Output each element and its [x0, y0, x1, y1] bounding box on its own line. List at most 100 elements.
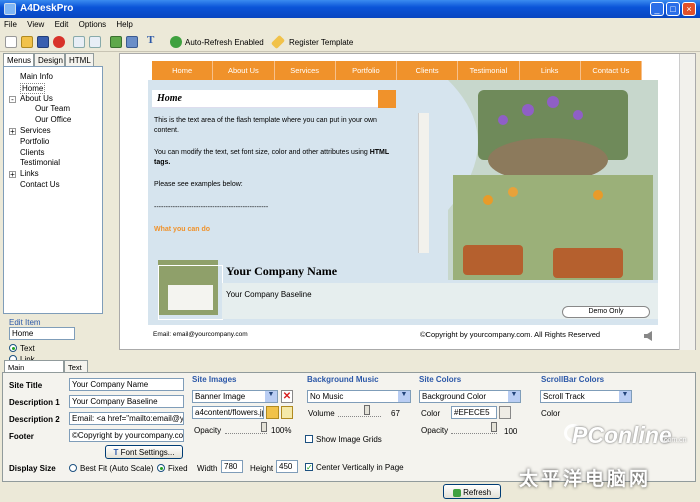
- color-swatch[interactable]: [499, 406, 511, 419]
- tree-expand-toggle[interactable]: -: [9, 95, 16, 103]
- template-nav-item[interactable]: Clients: [397, 61, 459, 80]
- close-button[interactable]: ×: [682, 2, 696, 16]
- remove-image-icon[interactable]: ✕: [281, 390, 293, 403]
- tree-expand-toggle[interactable]: +: [9, 128, 16, 136]
- edit-item-input[interactable]: Home: [9, 327, 75, 340]
- key-icon: [270, 34, 286, 50]
- tab-main-information[interactable]: Main Information: [4, 360, 64, 381]
- content-paragraph-2: You can modify the text, set font size, …: [154, 149, 390, 166]
- tree-item[interactable]: Our Team: [35, 104, 70, 113]
- chevron-down-icon: ▼: [508, 391, 520, 402]
- scrollbar-color-label: Color: [541, 409, 561, 418]
- pconline-watermark: PConline .com.cn 太平洋电脑网: [514, 418, 700, 502]
- tree-item[interactable]: About Us: [20, 94, 53, 103]
- new-file-icon[interactable]: [5, 36, 17, 48]
- auto-refresh-button[interactable]: Auto-Refresh Enabled: [185, 38, 264, 47]
- thumbnail-image: [158, 265, 223, 320]
- width-input[interactable]: 780: [221, 460, 243, 473]
- best-fit-radio[interactable]: [69, 464, 77, 472]
- item-type-radio[interactable]: [9, 344, 17, 352]
- chevron-down-icon: ▼: [619, 391, 631, 402]
- display-size-label: Display Size: [9, 464, 56, 473]
- description-2-input[interactable]: Email: <a href="mailto:email@yourco: [69, 412, 184, 425]
- font-settings-button[interactable]: T Font Settings...: [105, 445, 183, 459]
- template-nav-item[interactable]: Contact Us: [581, 61, 642, 80]
- menu-options[interactable]: Options: [75, 18, 111, 29]
- template-nav-item[interactable]: Home: [152, 61, 214, 80]
- chevron-down-icon: ▼: [265, 391, 277, 402]
- content-scrollbar[interactable]: [418, 113, 429, 253]
- menu-edit[interactable]: Edit: [51, 18, 73, 29]
- refresh-icon: [452, 488, 461, 497]
- template-nav-item[interactable]: Portfolio: [336, 61, 397, 80]
- site-colors-select[interactable]: Background Color ▼: [419, 390, 521, 403]
- image-icon[interactable]: [110, 36, 122, 48]
- footer-input[interactable]: ©Copyright by yourcompany.com...: [69, 429, 184, 442]
- preview-scrollbar[interactable]: [679, 54, 695, 350]
- scrollbar-colors-select[interactable]: Scroll Track ▼: [540, 390, 632, 403]
- scrollbar-colors-heading: ScrollBar Colors: [541, 375, 605, 384]
- delete-icon[interactable]: [53, 36, 65, 48]
- tree-item[interactable]: Main Info: [20, 72, 53, 81]
- open-folder-icon[interactable]: [266, 406, 279, 419]
- demo-only-button[interactable]: Demo Only: [562, 306, 650, 318]
- menu-view[interactable]: View: [23, 18, 48, 29]
- image-opacity-slider[interactable]: [225, 422, 267, 434]
- heading-accent: [378, 90, 396, 108]
- maximize-button[interactable]: □: [666, 2, 680, 16]
- tab-menus[interactable]: Menus: [3, 53, 34, 67]
- site-images-select[interactable]: Banner Image ▼: [192, 390, 278, 403]
- music-select[interactable]: No Music ▼: [307, 390, 411, 403]
- site-title-input[interactable]: Your Company Name: [69, 378, 184, 391]
- app-icon: [4, 3, 16, 15]
- template-nav-item[interactable]: Services: [275, 61, 336, 80]
- edit-pencil-icon[interactable]: [281, 406, 293, 419]
- menu-help[interactable]: Help: [112, 18, 136, 29]
- template-email: Email: email@yourcompany.com: [153, 331, 248, 338]
- tree-item[interactable]: Our Office: [35, 115, 71, 124]
- baseline-bar: Your Company Baseline Demo Only: [222, 283, 658, 319]
- site-colors-heading: Site Colors: [419, 375, 462, 384]
- image-path-input[interactable]: a4content/flowers.jpg: [192, 406, 264, 419]
- template-copyright: ©Copyright by yourcompany.com. All Right…: [420, 330, 601, 339]
- menu-file[interactable]: File: [0, 18, 21, 29]
- tree-item[interactable]: Clients: [20, 148, 44, 157]
- tree-item[interactable]: Links: [20, 169, 39, 178]
- copy-icon[interactable]: [73, 36, 85, 48]
- text-icon[interactable]: T: [147, 34, 159, 46]
- tree-item[interactable]: Home: [20, 82, 46, 94]
- content-text-area: This is the text area of the flash templ…: [152, 113, 429, 253]
- refresh-button[interactable]: Refresh: [443, 484, 501, 499]
- tree-item[interactable]: Services: [20, 126, 51, 135]
- show-image-grids-checkbox[interactable]: [305, 435, 313, 443]
- settings-icon[interactable]: [126, 36, 138, 48]
- save-icon[interactable]: [37, 36, 49, 48]
- template-nav-item[interactable]: Testimonial: [458, 61, 520, 80]
- height-input[interactable]: 450: [276, 460, 298, 473]
- tree-item[interactable]: Portfolio: [20, 137, 49, 146]
- watermark-brand: PConline: [572, 422, 672, 448]
- fixed-radio[interactable]: [157, 464, 165, 472]
- description-1-input[interactable]: Your Company Baseline: [69, 395, 184, 408]
- window-title: A4DeskPro: [20, 3, 74, 14]
- site-color-input[interactable]: #EFECE5: [451, 406, 497, 419]
- paste-icon[interactable]: [89, 36, 101, 48]
- tab-html[interactable]: HTML: [65, 53, 94, 66]
- check-icon: [170, 36, 182, 48]
- tree-item[interactable]: Testimonial: [20, 158, 60, 167]
- volume-slider[interactable]: [338, 405, 381, 417]
- center-vertically-checkbox[interactable]: ✓: [305, 463, 313, 472]
- minimize-button[interactable]: _: [650, 2, 664, 16]
- template-nav-bar: Home About Us Services Portfolio Clients Test…: [152, 61, 642, 80]
- open-folder-icon[interactable]: [21, 36, 33, 48]
- template-nav-item[interactable]: Links: [520, 61, 581, 80]
- company-name: Your Company Name: [226, 264, 338, 278]
- tree-item[interactable]: Contact Us: [20, 180, 60, 189]
- tree-expand-toggle[interactable]: +: [9, 171, 16, 179]
- tab-design[interactable]: Design: [34, 53, 65, 66]
- register-template-button[interactable]: Register Template: [289, 38, 353, 47]
- image-opacity-value: 100%: [271, 426, 292, 435]
- template-nav-item[interactable]: About Us: [213, 61, 275, 80]
- site-color-opacity-slider[interactable]: [451, 422, 497, 434]
- tab-text[interactable]: Text: [64, 360, 88, 372]
